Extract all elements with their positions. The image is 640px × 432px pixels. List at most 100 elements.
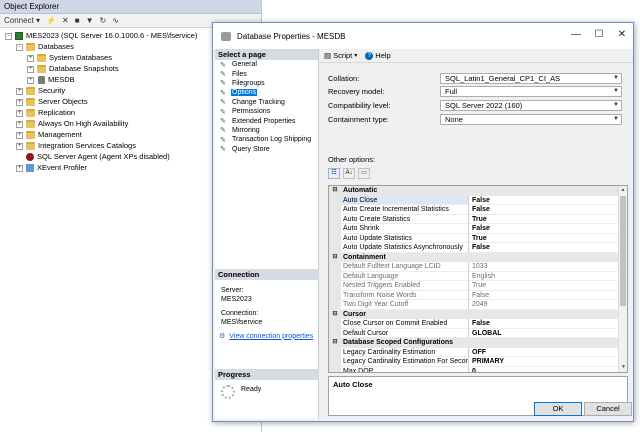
cancel-button[interactable]: Cancel (584, 402, 632, 416)
field-dropdown[interactable]: None ▼ (440, 113, 622, 125)
page-item-options[interactable]: ✎ Options (215, 88, 318, 97)
close-button[interactable]: ✕ (615, 29, 629, 40)
collapse-icon[interactable]: ⊟ (329, 338, 341, 348)
page-item-permissions[interactable]: ✎ Permissions (215, 107, 318, 116)
field-dropdown[interactable]: Full ▼ (440, 85, 622, 97)
connect-icon[interactable]: ⚡ (46, 16, 56, 25)
grid-property-row[interactable]: Auto Close False (329, 195, 627, 205)
ok-button[interactable]: OK (534, 402, 582, 416)
tree-node[interactable]: - MES2023 (SQL Server 16.0.1000.6 - MES\f… (5, 31, 197, 41)
grid-category-row[interactable]: ⊟ Automatic (329, 186, 627, 196)
grid-property-value[interactable]: PRIMARY (469, 357, 617, 367)
filter-icon[interactable]: ▼ (86, 16, 94, 25)
page-item-query-store[interactable]: ✎ Query Store (215, 145, 318, 154)
expand-icon[interactable]: + (16, 98, 23, 106)
scroll-thumb[interactable] (620, 196, 626, 306)
expand-icon[interactable]: + (27, 65, 34, 73)
wrench-icon: ✎ (220, 118, 226, 126)
activity-icon[interactable]: ∿ (112, 16, 119, 25)
categorized-sort-icon[interactable]: ☷ (328, 168, 340, 179)
property-pages-icon[interactable]: ▭ (358, 168, 370, 179)
page-item-mirroring[interactable]: ✎ Mirroring (215, 126, 318, 135)
grid-property-value[interactable]: False (469, 224, 617, 234)
minimize-button[interactable]: — (569, 29, 583, 40)
expand-icon[interactable]: + (16, 142, 23, 150)
scroll-up-icon[interactable]: ▲ (619, 186, 627, 195)
page-item-files[interactable]: ✎ Files (215, 69, 318, 79)
expand-icon[interactable]: + (16, 131, 23, 139)
tree-node[interactable]: + MESDB (27, 75, 75, 85)
collapse-icon[interactable]: ⊟ (329, 186, 341, 196)
grid-property-row[interactable]: Auto Create Statistics True (329, 214, 627, 224)
tree-node[interactable]: + XEvent Profiler (16, 163, 87, 173)
script-button[interactable]: ▤ Script ▾ (324, 51, 357, 60)
grid-property-row[interactable]: Default Cursor GLOBAL (329, 328, 627, 338)
maximize-button[interactable]: ☐ (592, 29, 606, 40)
connect-button[interactable]: Connect ▾ (4, 16, 40, 25)
collapse-icon[interactable]: ⊟ (329, 309, 341, 319)
tree-node[interactable]: + System Databases (27, 53, 112, 63)
refresh-icon[interactable]: ↻ (99, 16, 106, 25)
expand-icon[interactable]: + (27, 54, 34, 62)
tree-node[interactable]: - Databases (16, 42, 74, 52)
expand-icon[interactable]: + (16, 87, 23, 95)
page-item-filegroups[interactable]: ✎ Filegroups (215, 79, 318, 88)
collapse-icon[interactable]: - (16, 43, 23, 51)
field-dropdown[interactable]: SQL Server 2022 (160) ▼ (440, 99, 622, 111)
page-item-transaction-log-shipping[interactable]: ✎ Transaction Log Shipping (215, 135, 318, 144)
tree-node[interactable]: + Integration Services Catalogs (16, 141, 136, 151)
grid-property-row[interactable]: Max DOP 0 (329, 366, 627, 373)
tree-node[interactable]: + Management (16, 130, 82, 140)
disconnect-icon[interactable]: ✕ (62, 16, 69, 25)
tree-node[interactable]: + Security (16, 86, 65, 96)
grid-property-row[interactable]: Auto Update Statistics True (329, 233, 627, 243)
tree-node[interactable]: + Server Objects (16, 97, 88, 107)
tree-node[interactable]: + Database Snapshots (27, 64, 119, 74)
grid-property-value[interactable]: True (469, 234, 617, 243)
page-item-change-tracking[interactable]: ✎ Change Tracking (215, 98, 318, 107)
grid-row-margin (329, 271, 341, 281)
field-dropdown[interactable]: SQL_Latin1_General_CP1_CI_AS ▼ (440, 72, 622, 84)
scroll-down-icon[interactable]: ▼ (619, 363, 627, 372)
tree-node[interactable]: + Replication (16, 108, 75, 118)
grid-property-row[interactable]: Auto Shrink False (329, 224, 627, 234)
tree-node[interactable]: SQL Server Agent (Agent XPs disabled) (16, 152, 170, 162)
expand-icon[interactable]: + (16, 164, 23, 172)
grid-property-row[interactable]: Two Digit Year Cutoff 2049 (329, 300, 627, 310)
grid-property-value[interactable]: True (469, 215, 617, 224)
grid-property-row[interactable]: Legacy Cardinality Estimation OFF (329, 347, 627, 357)
grid-property-value[interactable]: False (469, 196, 617, 205)
collapse-icon[interactable]: - (5, 32, 12, 40)
grid-property-value[interactable]: False (469, 243, 617, 253)
grid-property-row[interactable]: Auto Update Statistics Asynchronously Fal… (329, 243, 627, 253)
page-item-general[interactable]: ✎ General (215, 60, 318, 69)
stop-icon[interactable]: ■ (75, 16, 80, 25)
collapse-icon[interactable]: ⊟ (329, 252, 341, 262)
grid-property-row[interactable]: Auto Create Incremental Statistics False (329, 205, 627, 215)
grid-property-row[interactable]: Legacy Cardinality Estimation For Second… (329, 357, 627, 367)
grid-category-row[interactable]: ⊟ Cursor (329, 309, 627, 319)
page-item-label: Options (231, 89, 258, 97)
grid-property-row[interactable]: Close Cursor on Commit Enabled False (329, 319, 627, 329)
view-connection-properties-link[interactable]: View connection properties (225, 333, 313, 340)
grid-property-row[interactable]: Transform Noise Words False (329, 290, 627, 300)
grid-category-row[interactable]: ⊟ Containment (329, 252, 627, 262)
grid-property-value[interactable]: False (469, 319, 617, 329)
grid-property-row[interactable]: Nested Triggers Enabled True (329, 281, 627, 291)
expand-icon[interactable]: + (16, 109, 23, 117)
expand-icon[interactable]: + (16, 120, 23, 128)
grid-property-row[interactable]: Default Fulltext Language LCID 1033 (329, 262, 627, 272)
grid-property-row[interactable]: Default Language English (329, 271, 627, 281)
grid-category-row[interactable]: ⊟ Database Scoped Configurations (329, 338, 627, 348)
help-button[interactable]: ? Help (365, 51, 391, 60)
grid-property-value[interactable]: OFF (469, 348, 617, 357)
grid-property-name: Two Digit Year Cutoff (341, 300, 469, 310)
tree-node[interactable]: + Always On High Availability (16, 119, 128, 129)
expand-icon[interactable]: + (27, 76, 34, 84)
page-item-extended-properties[interactable]: ✎ Extended Properties (215, 116, 318, 126)
property-grid-scrollbar[interactable]: ▲ ▼ (618, 186, 627, 372)
alphabetical-sort-icon[interactable]: A↓ (343, 168, 355, 179)
grid-property-value[interactable]: GLOBAL (469, 329, 617, 338)
grid-property-value[interactable]: False (469, 205, 617, 215)
grid-property-value[interactable]: 0 (469, 367, 617, 373)
